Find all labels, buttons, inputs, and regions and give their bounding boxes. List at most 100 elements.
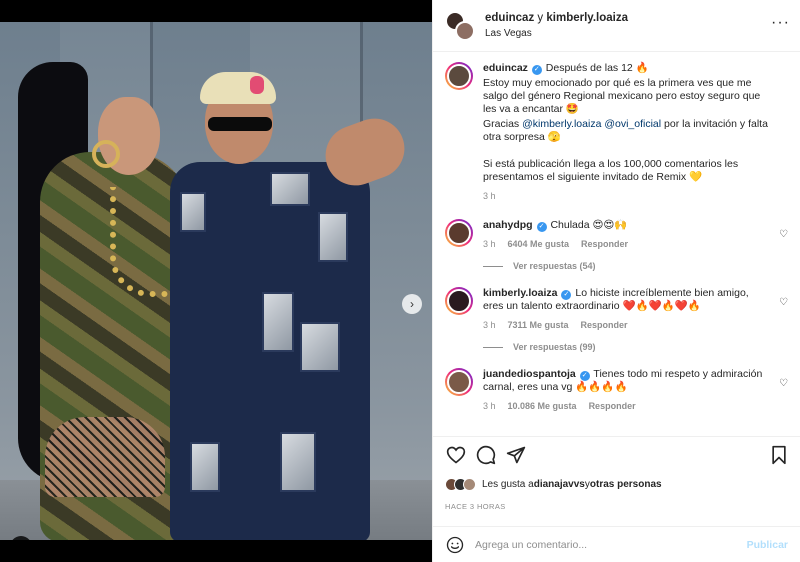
comment-icon bbox=[476, 445, 496, 464]
post-header: eduincaz y kimberly.loaiza Las Vegas ··· bbox=[433, 0, 800, 52]
caption-text: Gracias bbox=[483, 118, 523, 130]
verified-badge-icon: ✓ bbox=[561, 290, 572, 300]
view-replies-button[interactable]: Ver respuestas (99) bbox=[483, 342, 788, 352]
bookmark-icon bbox=[772, 445, 786, 464]
post-photo[interactable]: › bbox=[0, 22, 432, 540]
comment-likes[interactable]: 7311 Me gusta bbox=[508, 319, 569, 332]
comment-item: anahydpg ✓ Chulada 😍😍🙌 3 h 6404 Me gusta… bbox=[445, 219, 788, 251]
view-replies-label: Ver respuestas (99) bbox=[513, 342, 596, 352]
comment-username[interactable]: kimberly.loaiza bbox=[483, 287, 558, 299]
post-details-panel: eduincaz y kimberly.loaiza Las Vegas ···… bbox=[432, 0, 800, 562]
comment-meta: 3 h 7311 Me gusta Responder bbox=[483, 319, 770, 332]
caption-first-line: Después de las 12 🔥 bbox=[545, 62, 649, 74]
comments-list: eduincaz ✓ Después de las 12 🔥 Estoy muy… bbox=[433, 52, 800, 436]
avatar[interactable] bbox=[445, 219, 473, 247]
heart-icon[interactable]: ♡ bbox=[779, 229, 788, 240]
view-replies-button[interactable]: Ver respuestas (54) bbox=[483, 261, 788, 271]
send-icon bbox=[506, 446, 526, 463]
comment-item: juandediospantoja ✓ Tienes todo mi respe… bbox=[445, 368, 788, 413]
heart-icon[interactable]: ♡ bbox=[779, 297, 788, 308]
more-dots-icon[interactable]: ··· bbox=[771, 15, 790, 31]
verified-badge-icon: ✓ bbox=[536, 222, 547, 232]
mention-link[interactable]: @ovi_oficial bbox=[604, 118, 661, 130]
verified-badge-icon: ✓ bbox=[531, 65, 542, 75]
mirror-tile bbox=[318, 212, 348, 262]
header-users: eduincaz y kimberly.loaiza bbox=[485, 11, 628, 26]
header-separator: y bbox=[537, 11, 544, 24]
mirror-tile bbox=[300, 322, 340, 372]
comment-username[interactable]: anahydpg bbox=[483, 219, 533, 231]
avatar[interactable] bbox=[445, 368, 473, 396]
comment-input[interactable] bbox=[475, 538, 747, 551]
caption-meta: 3 h bbox=[483, 190, 770, 203]
caption-paragraph: Gracias @kimberly.loaiza @ovi_oficial po… bbox=[483, 118, 770, 144]
post-caption: eduincaz ✓ Después de las 12 🔥 Estoy muy… bbox=[445, 62, 788, 203]
mirror-tile bbox=[190, 442, 220, 492]
verified-badge-icon: ✓ bbox=[579, 371, 590, 381]
reply-button[interactable]: Responder bbox=[581, 238, 628, 251]
man-sunglasses bbox=[208, 117, 272, 131]
post-media: › bbox=[0, 0, 432, 562]
man-hair bbox=[200, 72, 276, 104]
likes-prefix: Les gusta a bbox=[482, 479, 534, 490]
liker-username[interactable]: dianajavvs bbox=[534, 479, 585, 490]
comment-likes[interactable]: 10.086 Me gusta bbox=[508, 400, 577, 413]
location-link[interactable]: Las Vegas bbox=[485, 26, 628, 41]
save-button[interactable] bbox=[768, 444, 790, 466]
header-user2[interactable]: kimberly.loaiza bbox=[546, 12, 628, 24]
mirror-tile bbox=[180, 192, 206, 232]
caption-time[interactable]: 3 h bbox=[483, 190, 496, 203]
comment-button[interactable] bbox=[475, 444, 497, 466]
chevron-right-icon: › bbox=[410, 297, 414, 311]
divider bbox=[483, 265, 503, 267]
avatar[interactable] bbox=[445, 287, 473, 315]
comment-body: anahydpg ✓ Chulada 😍😍🙌 3 h 6404 Me gusta… bbox=[483, 219, 788, 251]
smiley-icon bbox=[446, 536, 464, 553]
collab-avatars[interactable] bbox=[445, 10, 475, 41]
caption-paragraph: Si está publicación llega a los 100,000 … bbox=[483, 158, 739, 183]
view-replies-label: Ver respuestas (54) bbox=[513, 261, 596, 271]
reply-button[interactable]: Responder bbox=[581, 319, 628, 332]
man-hair-pink bbox=[250, 76, 264, 94]
divider bbox=[483, 346, 503, 348]
comment-likes[interactable]: 6404 Me gusta bbox=[508, 238, 570, 251]
comment-meta: 3 h 6404 Me gusta Responder bbox=[483, 238, 770, 251]
comment-time[interactable]: 3 h bbox=[483, 400, 496, 413]
comment-text: Chulada 😍😍🙌 bbox=[550, 219, 628, 231]
woman-fishnet bbox=[45, 417, 165, 497]
caption-paragraph: Estoy muy emocionado por qué es la prime… bbox=[483, 77, 761, 115]
mirror-tile bbox=[270, 172, 310, 206]
share-button[interactable] bbox=[505, 444, 527, 466]
mirror-tile bbox=[280, 432, 316, 492]
comment-time[interactable]: 3 h bbox=[483, 319, 496, 332]
woman-earring bbox=[92, 140, 120, 168]
caption-username[interactable]: eduincaz bbox=[483, 62, 528, 74]
comment-item: kimberly.loaiza ✓ Lo hiciste increíbleme… bbox=[445, 287, 788, 332]
comment-body: kimberly.loaiza ✓ Lo hiciste increíbleme… bbox=[483, 287, 788, 332]
comment-time[interactable]: 3 h bbox=[483, 238, 496, 251]
heart-icon bbox=[446, 446, 466, 464]
comment-username[interactable]: juandediospantoja bbox=[483, 368, 576, 380]
avatar bbox=[455, 20, 475, 41]
other-likers-link[interactable]: otras personas bbox=[590, 479, 662, 490]
comment-meta: 3 h 10.086 Me gusta Responder bbox=[483, 400, 770, 413]
mirror-tile bbox=[262, 292, 294, 352]
avatar[interactable] bbox=[445, 62, 473, 90]
caption-body: eduincaz ✓ Después de las 12 🔥 Estoy muy… bbox=[483, 62, 788, 203]
header-text: eduincaz y kimberly.loaiza Las Vegas bbox=[485, 11, 628, 41]
carousel-next-button[interactable]: › bbox=[402, 294, 422, 314]
post-timestamp[interactable]: HACE 3 HORAS bbox=[445, 502, 506, 511]
post-actions bbox=[433, 436, 800, 472]
publish-button[interactable]: Publicar bbox=[747, 539, 788, 551]
heart-icon[interactable]: ♡ bbox=[779, 378, 788, 389]
reply-button[interactable]: Responder bbox=[589, 400, 636, 413]
like-button[interactable] bbox=[445, 444, 467, 466]
mention-link[interactable]: @kimberly.loaiza bbox=[522, 118, 601, 130]
likes-summary: Les gusta a dianajavvs y otras personas bbox=[445, 478, 662, 491]
emoji-button[interactable] bbox=[445, 535, 465, 555]
header-user1[interactable]: eduincaz bbox=[485, 12, 534, 24]
